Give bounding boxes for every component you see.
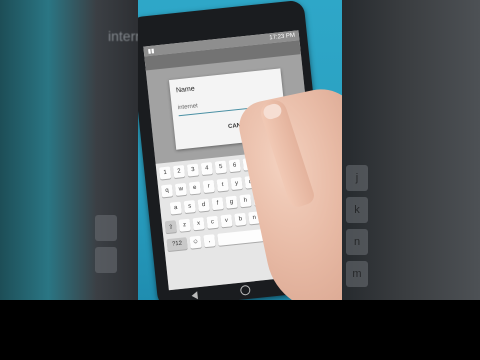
key[interactable]: 5 [214, 160, 227, 174]
blurred-key: k [346, 197, 368, 223]
key[interactable]: h [239, 194, 252, 208]
key[interactable]: c [206, 215, 219, 229]
key[interactable]: f [211, 197, 224, 211]
key[interactable]: x [192, 217, 205, 231]
key[interactable]: 3 [186, 163, 200, 177]
fingernail [261, 102, 284, 121]
left-blurred-keys [95, 215, 117, 273]
key[interactable]: r [202, 179, 215, 194]
key[interactable]: y [230, 177, 243, 191]
dialog-title: Name [175, 85, 196, 95]
right-blurred-keys: j k n m [346, 165, 368, 287]
photo-scene: ▮▮ 17:23 PM Name internet CANCEL OK 1 2 … [138, 0, 342, 300]
key[interactable]: 6 [228, 159, 241, 173]
key[interactable]: 2 [172, 164, 186, 179]
blurred-key [95, 215, 117, 241]
bottom-letterbox [0, 300, 480, 360]
symbols-key[interactable]: ?12 [166, 237, 188, 252]
left-blurred-panel: intern [0, 0, 143, 300]
signal-icon: ▮▮ [147, 47, 155, 55]
key[interactable]: z [178, 218, 191, 232]
key[interactable]: 1 [159, 166, 172, 180]
key[interactable]: e [188, 181, 201, 195]
blurred-key: j [346, 165, 368, 191]
key[interactable]: t [216, 178, 229, 192]
comma-key[interactable]: , [203, 234, 216, 248]
blurred-key: m [346, 261, 368, 287]
key[interactable]: s [183, 200, 196, 214]
back-icon[interactable] [190, 291, 198, 300]
key[interactable]: g [225, 195, 238, 209]
shift-key[interactable]: ⇧ [164, 220, 177, 234]
key[interactable]: d [197, 198, 210, 212]
key[interactable]: w [174, 182, 188, 196]
emoji-key[interactable]: ☺ [189, 235, 202, 249]
home-icon[interactable] [239, 284, 251, 296]
key[interactable]: a [169, 201, 182, 215]
key[interactable]: 4 [200, 162, 213, 176]
key[interactable]: b [234, 212, 247, 226]
blurred-key [95, 247, 117, 273]
right-blurred-panel: j k n m [342, 0, 480, 300]
key[interactable]: q [160, 184, 174, 198]
blurred-key: n [346, 229, 368, 255]
key[interactable]: v [220, 214, 233, 228]
